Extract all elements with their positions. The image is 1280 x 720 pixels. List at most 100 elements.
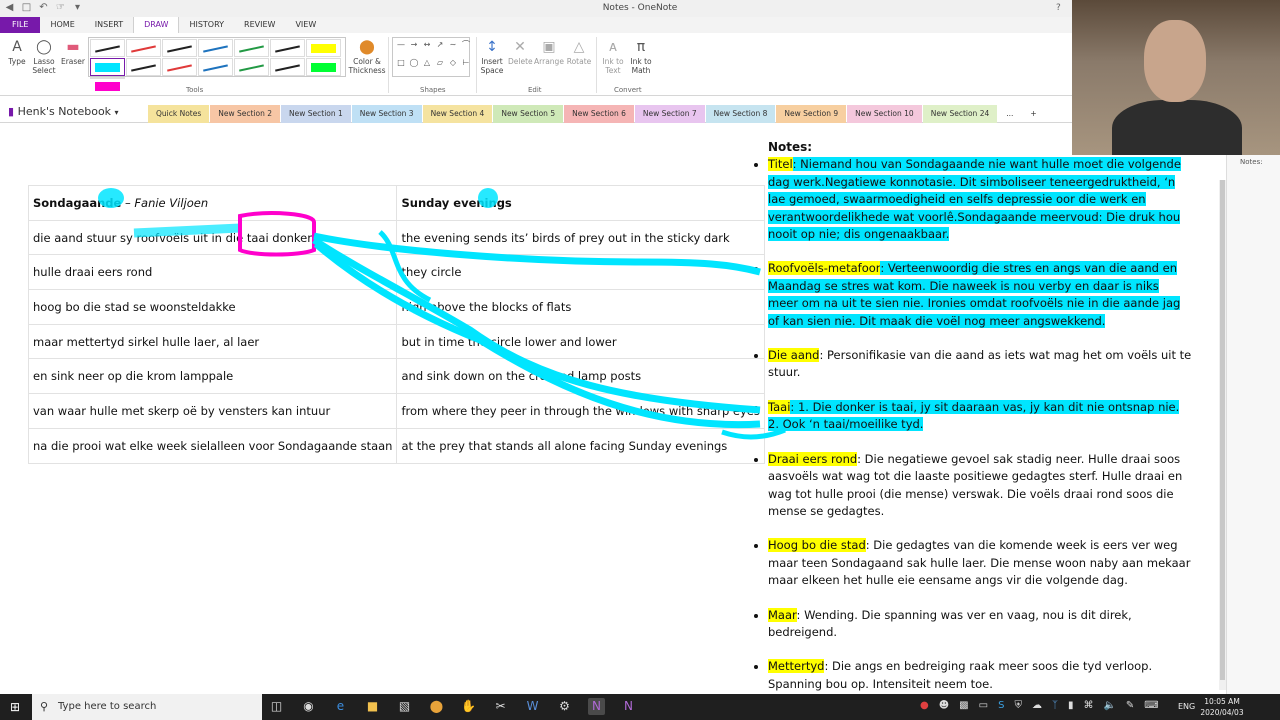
table-cell[interactable]: high above the blocks of flats [396,289,765,325]
page-list-item[interactable]: Notes: [1240,158,1263,166]
more-sections-button[interactable]: ... [998,105,1021,123]
notebook-selector[interactable]: ▮ Henk's Notebook ▾ [8,105,119,118]
double-arrow-shape-icon[interactable]: ↔ [421,40,433,57]
store-icon[interactable]: ▧ [396,698,413,715]
section-tab[interactable]: New Section 5 [493,105,564,123]
pen-swatch[interactable] [90,58,125,76]
section-tab[interactable]: Quick Notes [148,105,210,123]
tab-history[interactable]: HISTORY [179,17,234,33]
pen-swatch[interactable] [126,39,161,57]
table-cell[interactable]: at the prey that stands all alone facing… [396,427,765,464]
tab-draw[interactable]: DRAW [133,17,180,33]
section-tab[interactable]: New Section 9 [776,105,847,123]
list-item[interactable]: Taai: 1. Die donker is taai, jy sit daar… [768,399,1192,434]
task-view-icon[interactable]: ◫ [268,698,285,715]
pen-swatch[interactable] [306,39,341,57]
section-tab[interactable]: New Section 24 [922,105,998,123]
cloud-icon[interactable]: ☁ [1032,700,1042,711]
list-item[interactable]: Mettertyd: Die angs en bedreiging raak m… [768,658,1192,693]
section-tab[interactable]: New Section 4 [422,105,493,123]
arrow-shape-icon[interactable]: → [408,40,420,57]
list-item[interactable]: Die aand: Personifikasie van die aand as… [768,347,1192,382]
settings-icon[interactable]: ⚙ [556,698,573,715]
skype-icon[interactable]: S [998,700,1004,711]
snip-icon[interactable]: ✂ [492,698,509,715]
notes-panel[interactable]: Notes: Titel: Niemand hou van Sondagaand… [752,139,1192,710]
ellipse-shape-icon[interactable]: ◯ [408,58,420,75]
section-tab[interactable]: New Section 6 [564,105,634,123]
rotate-button[interactable]: △ Rotate [566,39,592,66]
ink-to-text-button[interactable]: ᴀ Ink to Text [600,39,626,75]
tab-file[interactable]: FILE [0,17,41,33]
tab-review[interactable]: REVIEW [234,17,285,33]
tab-home[interactable]: HOME [40,17,84,33]
parallelogram-shape-icon[interactable]: ▱ [434,58,446,75]
table-cell[interactable]: en sink neer op die krom lamppale [27,358,398,395]
table-cell[interactable]: die aand stuur sy roofvoëls uit in die t… [27,219,398,256]
record-icon[interactable]: ● [920,700,929,711]
diagonal-arrow-shape-icon[interactable]: ↗ [434,40,446,57]
hand-icon[interactable]: ✋ [460,698,477,715]
eraser-button[interactable]: ▬ Eraser [60,39,86,66]
section-tab[interactable]: New Section 2 [210,105,281,123]
pen-swatch[interactable] [270,39,305,57]
onenote-2016-icon[interactable]: N [620,698,637,715]
language-indicator[interactable]: ENG [1178,702,1195,711]
bluetooth-icon[interactable]: ᛉ [1052,700,1058,711]
pen-swatch[interactable] [90,77,125,91]
pen-swatch[interactable] [90,39,125,57]
file-explorer-icon[interactable]: ■ [364,698,381,715]
word-icon[interactable]: W [524,698,541,715]
pen-swatch[interactable] [126,58,161,76]
diamond-shape-icon[interactable]: ◇ [447,58,459,75]
section-tab[interactable]: New Section 8 [705,105,776,123]
tab-insert[interactable]: INSERT [85,17,133,33]
list-item[interactable]: Draai eers rond: Die negatiewe gevoel sa… [768,451,1192,521]
tab-view[interactable]: VIEW [285,17,326,33]
keyboard-icon[interactable]: ⌨ [1144,700,1158,711]
table-cell[interactable]: hulle draai eers rond [27,254,398,291]
list-item[interactable]: Maar: Wending. Die spanning was ver en v… [768,607,1192,642]
wifi-icon[interactable]: ⌘ [1083,700,1093,711]
pen-swatch[interactable] [198,39,233,57]
triangle-shape-icon[interactable]: △ [421,58,433,75]
scrollbar-thumb[interactable] [1220,180,1225,680]
list-item[interactable]: Roofvoëls-metafoor: Verteenwoordig die s… [768,260,1192,330]
pen-swatch[interactable] [234,39,269,57]
help-button[interactable]: ? [1056,3,1061,13]
pen-workspace-icon[interactable]: ✎ [1126,700,1134,711]
table-cell[interactable]: but in time the circle lower and lower [396,323,765,360]
security-icon[interactable]: ⛨ [1014,700,1022,711]
chrome-icon[interactable]: ⬤ [428,698,445,715]
lasso-select-button[interactable]: ◯ Lasso Select [30,39,58,75]
section-tab[interactable]: New Section 10 [847,105,922,123]
app-icon[interactable]: ◉ [300,698,317,715]
table-cell[interactable]: the evening sends its’ birds of prey out… [396,219,765,256]
section-tab[interactable]: New Section 3 [351,105,422,123]
pen-swatch[interactable] [162,58,197,76]
display-icon[interactable]: ▭ [979,700,988,711]
pen-swatch[interactable] [234,58,269,76]
pen-swatch[interactable] [162,39,197,57]
table-cell[interactable]: maar mettertyd sirkel hulle laer, al lae… [27,323,398,360]
clock[interactable]: 10:05 AM 2020/04/03 [1200,696,1244,718]
edge-icon[interactable]: e [332,698,349,715]
volume-icon[interactable]: 🔈 [1103,700,1115,711]
delete-button[interactable]: ✕ Delete [508,39,533,66]
poem-title-cell[interactable]: Sondagaande – Fanie Viljoen [27,185,398,221]
people-icon[interactable]: ☻ [939,700,949,711]
curve-shape-icon[interactable]: ∼ [447,40,459,57]
list-item[interactable]: Hoog bo die stad: Die gedagtes van die k… [768,537,1192,589]
translation-title-cell[interactable]: Sunday evenings [396,185,765,221]
insert-space-button[interactable]: ↕ Insert Space [478,39,506,75]
network-drive-icon[interactable]: ▩ [959,700,968,711]
onenote-icon[interactable]: N [588,698,605,715]
list-item[interactable]: Titel: Niemand hou van Sondagaande nie w… [768,156,1192,243]
table-cell[interactable]: na die prooi wat elke week sielalleen vo… [27,427,398,464]
section-tab[interactable]: New Section 1 [281,105,351,123]
taskbar-search[interactable]: ⚲ Type here to search [32,694,262,720]
axes-shape-icon[interactable]: ⊢ [460,58,472,75]
table-cell[interactable]: van waar hulle met skerp oë by vensters … [27,393,398,429]
color-thickness-button[interactable]: ⬤ Color & Thickness [348,39,386,75]
windows-start-icon[interactable]: ⊞ [10,700,24,714]
